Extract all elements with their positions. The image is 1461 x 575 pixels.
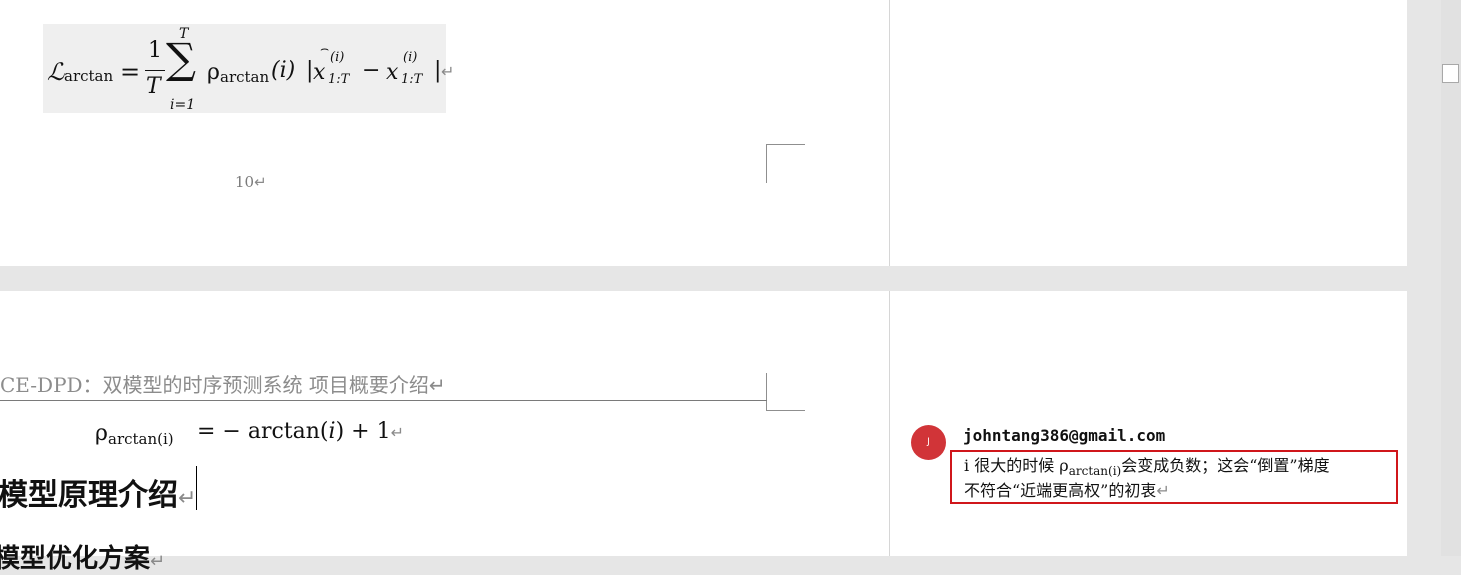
rho-subscript: arctan — [220, 68, 270, 86]
comment-margin-divider — [889, 0, 890, 266]
comment-author-name: johntang386@gmail.com — [963, 426, 1166, 445]
comment-author-avatar[interactable]: J — [911, 425, 946, 460]
vertical-scrollbar[interactable] — [1441, 0, 1461, 556]
rho-def-rhs[interactable]: = − arctan(i) + 1↵ — [197, 419, 404, 444]
crop-mark — [766, 410, 805, 411]
heading-model-principle[interactable]: 模型原理介绍↵ — [0, 470, 196, 514]
hat-accent: ⌢ — [320, 41, 330, 57]
crop-mark — [766, 373, 767, 411]
scrollbar-thumb[interactable] — [1442, 64, 1459, 83]
fraction-bar — [145, 70, 165, 71]
page-number: 10↵ — [235, 173, 267, 191]
text-cursor — [196, 466, 197, 510]
heading-model-optimization[interactable]: 模型优化方案↵ — [0, 538, 165, 575]
fraction-numerator: 1 — [148, 38, 162, 63]
loss-subscript: arctan — [64, 67, 114, 85]
crop-mark — [766, 144, 805, 145]
rho-def-symbol: ρ — [95, 421, 108, 446]
comment-line-2: 不符合“近端更高权”的初衷↵ — [964, 481, 1170, 500]
rho-def-subscript: arctan(i) — [108, 430, 174, 448]
loss-symbol: ℒ — [47, 58, 65, 86]
summation-symbol: ∑ — [166, 34, 196, 83]
rho-argument: (i) — [271, 58, 296, 83]
x-true-superscript: (i) — [403, 50, 418, 65]
comment-margin-divider — [889, 291, 890, 556]
minus-sign: − — [362, 58, 381, 83]
header-divider — [0, 400, 767, 401]
comment-body[interactable]: i 很大的时候 ρarctan(i)会变成负数；这会“倒置”梯度 不符合“近端更… — [950, 450, 1398, 504]
paragraph-mark: ↵ — [441, 62, 455, 81]
rho-symbol: ρ — [207, 60, 220, 85]
loss-equals: = — [120, 58, 141, 86]
fraction-denominator: T — [146, 74, 161, 99]
x-true: x — [386, 60, 399, 85]
crop-mark — [766, 144, 767, 183]
x-true-subscript: 1:T — [401, 72, 423, 87]
x-hat-superscript: (i) — [330, 50, 345, 65]
x-hat-subscript: 1:T — [328, 72, 350, 87]
x-hat: x — [313, 60, 326, 85]
comment-line-1: i 很大的时候 ρarctan(i)会变成负数；这会“倒置”梯度 — [964, 456, 1330, 478]
page-header[interactable]: CE-DPD：双模型的时序预测系统 项目概要介绍↵ — [0, 369, 446, 398]
sum-lower-limit: i=1 — [170, 97, 196, 113]
